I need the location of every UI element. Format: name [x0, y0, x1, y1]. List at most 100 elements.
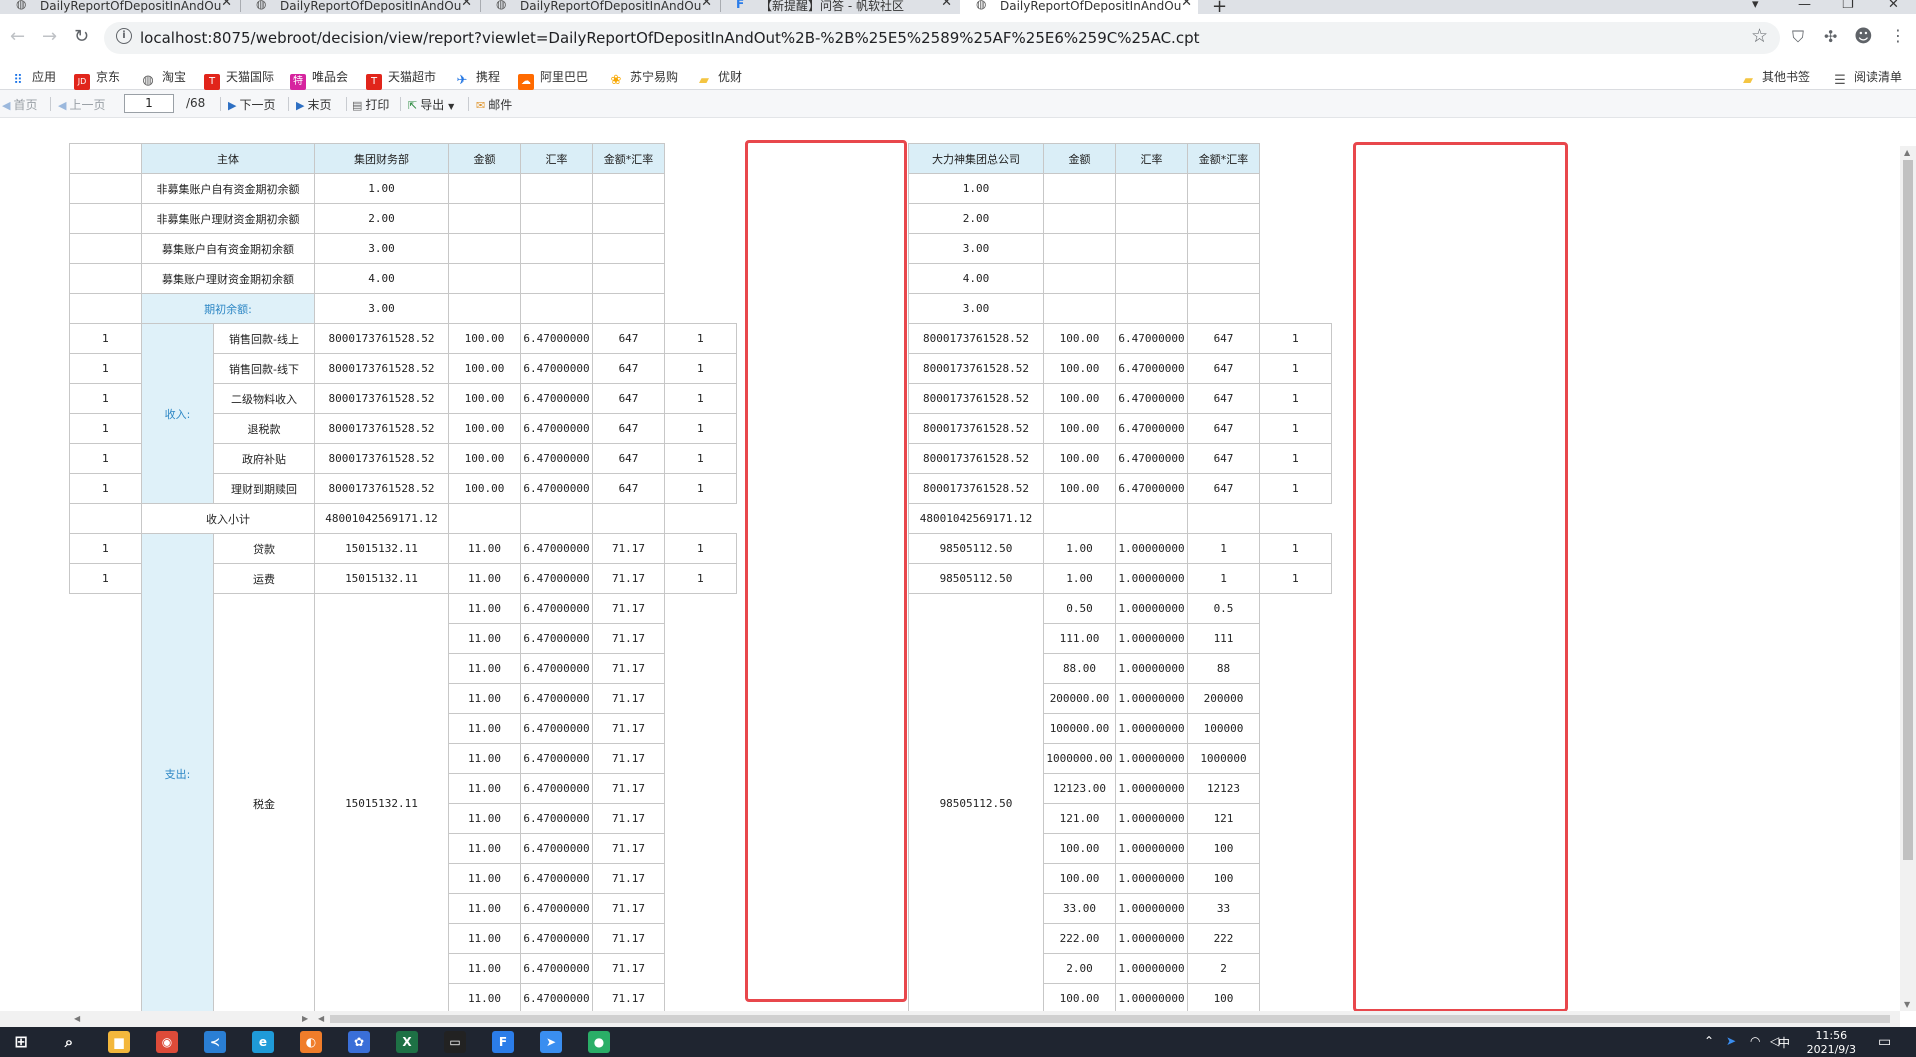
horizontal-scrollbar[interactable]: ◀ ▶ ◀	[0, 1011, 1900, 1027]
tray-chevron-up-icon[interactable]: ⌃	[1704, 1034, 1714, 1048]
scroll-right-icon[interactable]: ▶	[302, 1014, 308, 1023]
bookmark-star-icon[interactable]: ☆	[1751, 25, 1768, 47]
excel-icon[interactable]: X	[396, 1031, 418, 1053]
report-cell	[448, 293, 521, 324]
scroll-left-icon[interactable]: ◀	[74, 1014, 80, 1023]
restore-icon[interactable]: ❐	[1842, 0, 1854, 12]
photo-app-icon[interactable]: ✿	[348, 1031, 370, 1053]
menu-kebab-icon[interactable]: ⋮	[1890, 26, 1906, 45]
report-cell	[1115, 173, 1188, 204]
browser-tab-2[interactable]: ◍ DailyReportOfDepositInAndOu ✕	[240, 0, 478, 14]
chrome-icon[interactable]: ◉	[156, 1031, 178, 1053]
browser-tab-4[interactable]: F 【新提醒】问答 - 帆软社区 ✕	[720, 0, 958, 14]
close-icon[interactable]: ✕	[941, 0, 952, 9]
orange-app-icon[interactable]: ◐	[300, 1031, 322, 1053]
browser-tab-5[interactable]: ◍ DailyReportOfDepositInAndOu ✕	[960, 0, 1198, 14]
browser-tab-3[interactable]: ◍ DailyReportOfDepositInAndOu ✕	[480, 0, 718, 14]
row-label: 非募集账户理财资金期初余额	[141, 203, 315, 234]
value-cell: 8000173761528.52	[314, 323, 449, 354]
mail-button[interactable]: ✉ 邮件	[476, 96, 512, 113]
tray-feishu-icon[interactable]: ➤	[1726, 1034, 1736, 1048]
terminal-icon[interactable]: ▭	[444, 1031, 466, 1053]
value-cell: 15015132.11	[314, 533, 449, 564]
close-icon[interactable]: ✕	[1181, 0, 1192, 9]
profile-avatar-icon[interactable]: ☻	[1854, 26, 1873, 47]
horizontal-scroll-thumb[interactable]	[330, 1015, 1890, 1023]
report-cell	[1187, 233, 1260, 264]
window-close-icon[interactable]: ✕	[1888, 0, 1899, 12]
scroll-left-icon[interactable]: ◀	[318, 1014, 324, 1023]
index-cell: 1	[69, 383, 142, 414]
report-cell	[448, 263, 521, 294]
header-cell: 金额*汇率	[1187, 143, 1260, 174]
info-icon[interactable]: i	[116, 28, 132, 44]
windows-start-icon[interactable]: ⊞	[10, 1031, 32, 1053]
report-cell	[448, 173, 521, 204]
bookmark-tmall-market[interactable]: T 天猫超市	[366, 68, 436, 90]
tab-search-icon[interactable]: ▾	[1752, 0, 1759, 12]
scroll-up-icon[interactable]: ▲	[1904, 148, 1910, 157]
bookmark-alibaba[interactable]: ☁ 阿里巴巴	[518, 68, 588, 90]
value-cell: 4.00	[908, 263, 1044, 294]
scroll-down-icon[interactable]: ▼	[1904, 1000, 1910, 1009]
vscode-icon[interactable]: ≺	[204, 1031, 226, 1053]
bookmark-jd[interactable]: JD 京东	[74, 68, 120, 90]
reload-icon[interactable]: ↻	[74, 26, 89, 47]
rate-cell: 1.00000000	[1115, 563, 1188, 594]
rate-cell: 1.00000000	[1115, 533, 1188, 564]
close-icon[interactable]: ✕	[221, 0, 232, 9]
bookmark-youcai[interactable]: ▰ 优财	[696, 68, 742, 89]
bookmark-apps[interactable]: ⠿ 应用	[10, 68, 56, 89]
value-cell: 8000173761528.52	[908, 353, 1044, 384]
table-row: 1 收入: 销售回款-线上 8000173761528.52 100.00 6.47000…	[69, 323, 737, 504]
bookmark-vip[interactable]: 特唯品会	[290, 68, 348, 90]
minimize-icon[interactable]: —	[1798, 0, 1811, 12]
export-button[interactable]: ⇱ 导出 ▼	[408, 96, 454, 113]
vertical-scrollbar[interactable]: ▲ ▼	[1900, 146, 1916, 1011]
amount-cell: 1.00	[1043, 563, 1116, 594]
finereport-icon[interactable]: F	[492, 1031, 514, 1053]
feishu-icon[interactable]: ➤	[540, 1031, 562, 1053]
vertical-scroll-thumb[interactable]	[1903, 160, 1913, 860]
bookmark-taobao[interactable]: ◍ 淘宝	[140, 68, 186, 89]
url-bar[interactable]: i localhost:8075/webroot/decision/view/r…	[104, 22, 1780, 54]
report-cell	[1187, 173, 1260, 204]
notifications-icon[interactable]: ▭	[1878, 1034, 1891, 1050]
puzzle-extension-icon[interactable]: ✣	[1824, 27, 1837, 46]
new-tab-icon[interactable]: +	[1212, 0, 1227, 14]
wifi-icon[interactable]: ◠	[1750, 1034, 1760, 1048]
edge-icon[interactable]: e	[252, 1031, 274, 1053]
close-icon[interactable]: ✕	[701, 0, 712, 9]
first-page-button[interactable]: ◀ 首页	[2, 96, 37, 113]
product-cell: 100	[1187, 983, 1260, 1011]
bookmark-ctrip[interactable]: ✈ 携程	[454, 68, 500, 89]
browser-tab-1[interactable]: ◍ DailyReportOfDepositInAndOu ✕	[0, 0, 238, 14]
taskbar-clock[interactable]: 11:56 2021/9/3	[1807, 1029, 1856, 1057]
file-explorer-icon[interactable]: ▆	[108, 1031, 130, 1053]
next-page-button[interactable]: ▶ 下一页	[228, 96, 275, 113]
bookmark-suning[interactable]: ❀ 苏宁易购	[608, 68, 678, 89]
table-row: 收入小计 48001042569171.12	[69, 503, 737, 534]
last-page-button[interactable]: ▶ 末页	[296, 96, 331, 113]
wechat-icon[interactable]: ●	[588, 1031, 610, 1053]
ime-indicator[interactable]: 中	[1778, 1034, 1790, 1051]
prev-page-button[interactable]: ◀ 上一页	[58, 96, 105, 113]
report-cell	[448, 503, 521, 534]
forward-icon[interactable]: →	[42, 26, 57, 47]
print-button[interactable]: ▤ 打印	[352, 96, 389, 113]
blank-cell	[665, 294, 737, 324]
close-icon[interactable]: ✕	[461, 0, 472, 9]
url-text[interactable]: localhost:8075/webroot/decision/view/rep…	[140, 29, 1199, 47]
shield-extension-icon[interactable]: ⛉	[1792, 27, 1804, 47]
page-number-input[interactable]: 1	[124, 94, 174, 113]
product-cell: 71.17	[592, 893, 665, 924]
rate-cell: 6.47000000	[1115, 353, 1188, 384]
reading-list[interactable]: ☰ 阅读清单	[1832, 68, 1902, 89]
report-cell	[1043, 203, 1116, 234]
bookmark-tmall-intl[interactable]: T 天猫国际	[204, 68, 274, 90]
bookmark-other[interactable]: ▰ 其他书签	[1740, 68, 1810, 89]
back-icon[interactable]: ←	[10, 26, 25, 47]
amount-cell: 11.00	[448, 923, 521, 954]
rate-cell: 6.47000000	[520, 623, 593, 654]
search-icon[interactable]: ⌕	[58, 1031, 80, 1053]
